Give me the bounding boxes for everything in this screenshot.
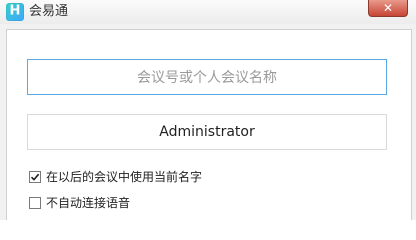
remember-name-option[interactable]: 在以后的会议中使用当前名字 (29, 168, 202, 185)
window-title: 会易通 (29, 4, 69, 19)
display-name-input[interactable]: Administrator (27, 114, 387, 150)
app-logo-icon: H (6, 3, 24, 21)
app-window: H 会易通 ✕ 会议号或个人会议名称 Administrator 在以后的会议中… (0, 0, 416, 220)
title-bar[interactable]: H 会易通 ✕ (0, 0, 416, 24)
meeting-id-placeholder: 会议号或个人会议名称 (137, 70, 277, 86)
display-name-value: Administrator (159, 124, 255, 140)
no-auto-audio-option[interactable]: 不自动连接语音 (29, 194, 130, 211)
app-logo-glyph: H (9, 3, 21, 19)
checkmark-icon (30, 173, 40, 181)
join-meeting-panel: 会议号或个人会议名称 Administrator 在以后的会议中使用当前名字 不… (6, 29, 412, 220)
no-auto-audio-label: 不自动连接语音 (46, 196, 131, 210)
remember-name-checkbox[interactable] (29, 170, 41, 183)
close-icon: ✕ (382, 1, 394, 15)
meeting-id-input[interactable]: 会议号或个人会议名称 (27, 59, 387, 95)
remember-name-label: 在以后的会议中使用当前名字 (46, 170, 203, 184)
close-button[interactable]: ✕ (368, 0, 408, 17)
no-auto-audio-checkbox[interactable] (29, 196, 41, 209)
